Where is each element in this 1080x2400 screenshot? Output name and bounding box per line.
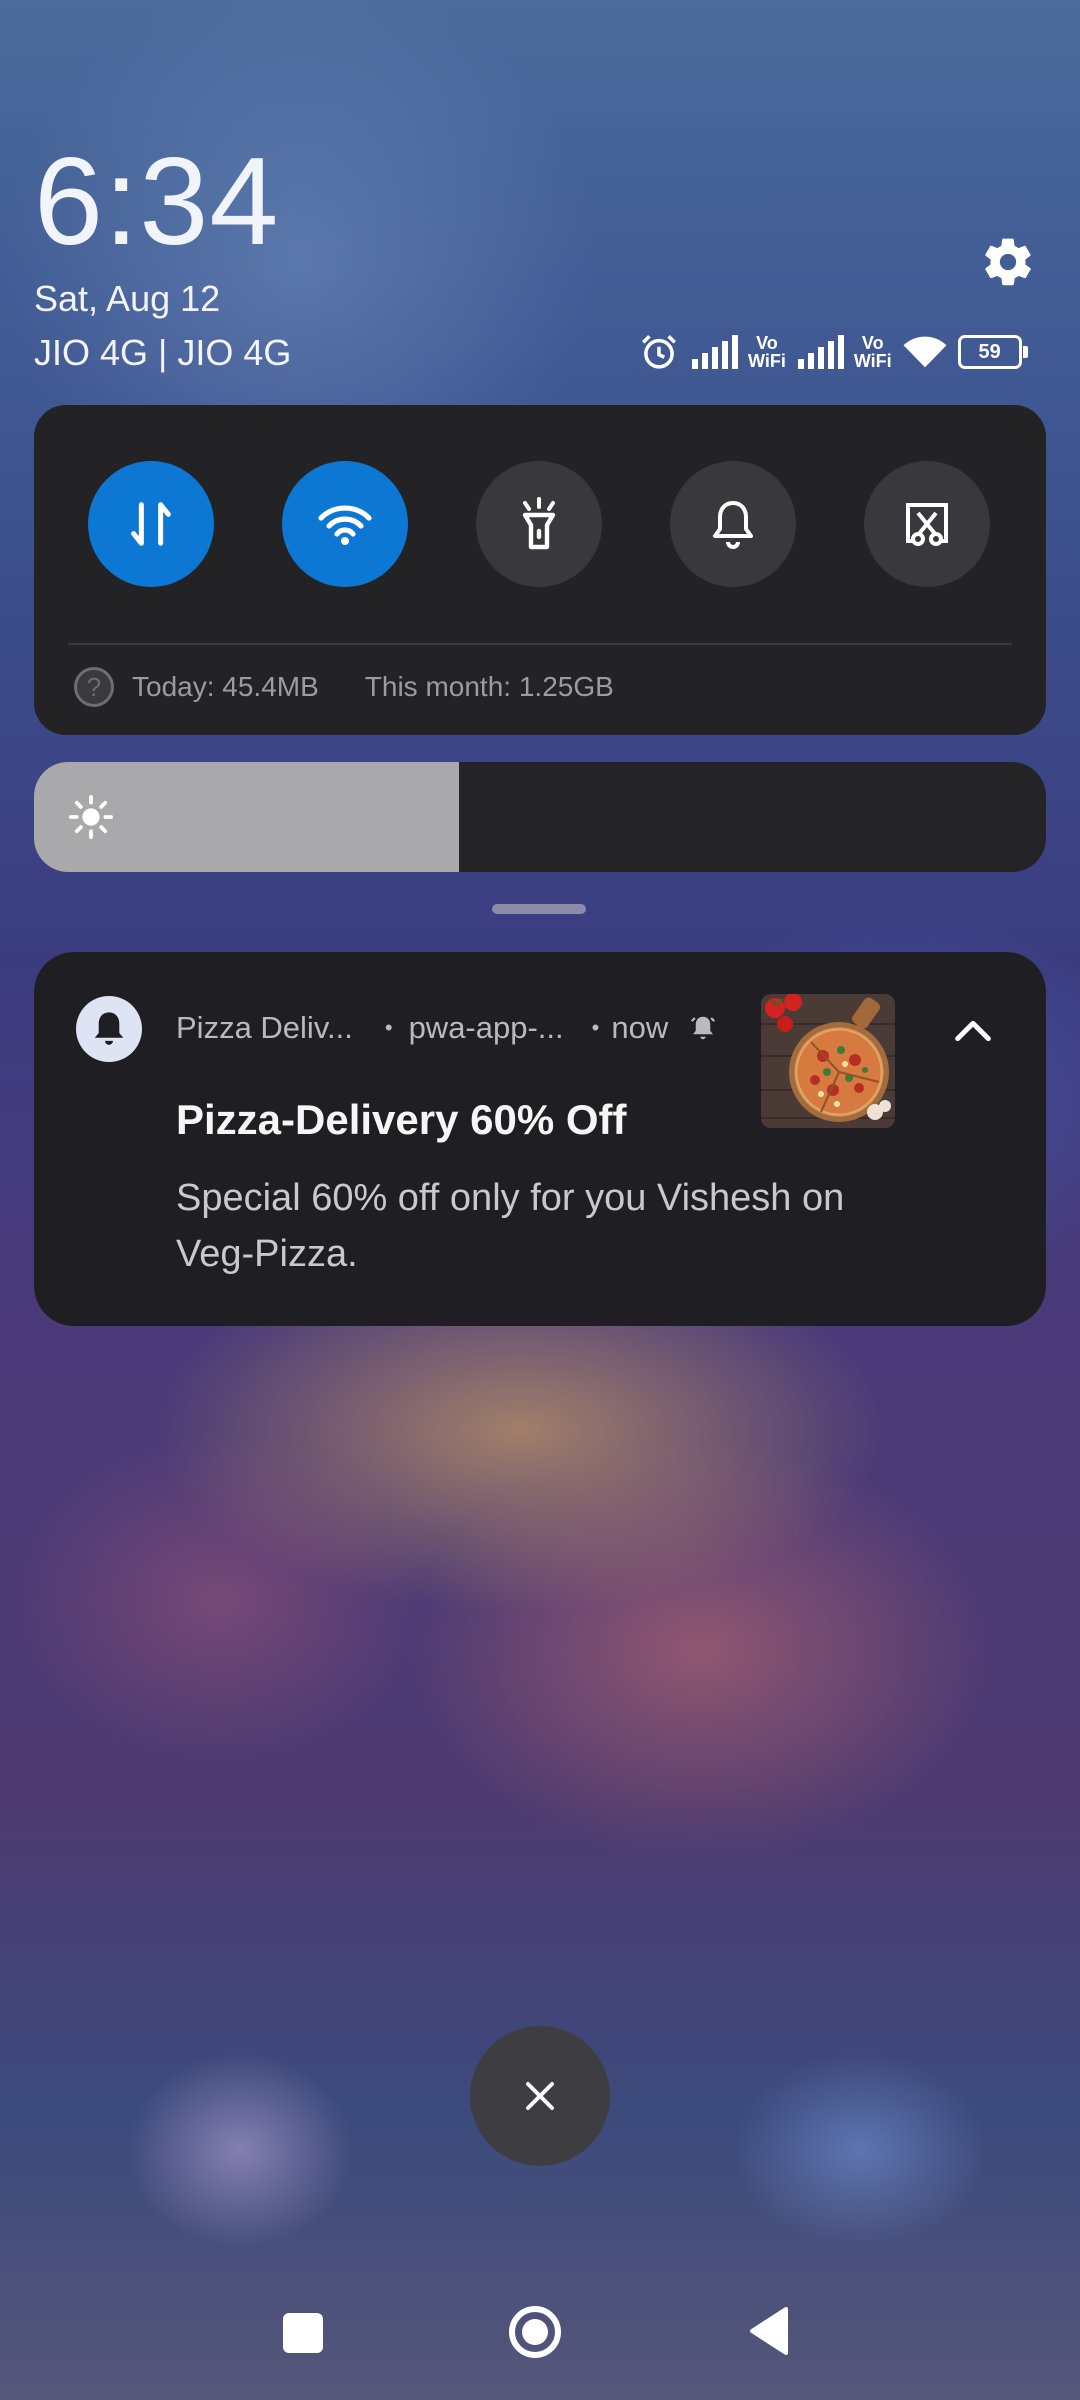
notification-title: Pizza-Delivery 60% Off <box>176 1096 627 1143</box>
notifications-toggle[interactable] <box>670 461 796 587</box>
close-icon <box>526 2082 554 2110</box>
separator: • <box>384 1015 393 1040</box>
carrier-label: JIO 4G | JIO 4G <box>34 332 292 373</box>
brightness-slider[interactable] <box>34 762 1046 872</box>
data-today: Today: 45.4MB <box>132 671 319 702</box>
settings-gear-icon[interactable] <box>980 234 1036 290</box>
pizza-thumbnail <box>761 994 895 1128</box>
wifi-toggle[interactable] <box>282 461 408 587</box>
wifi-icon <box>318 505 372 545</box>
home-button[interactable] <box>508 2305 562 2359</box>
vowifi-icon: Vo WiFi <box>853 333 892 371</box>
signal-icon <box>797 335 844 369</box>
recents-button[interactable] <box>283 2313 323 2353</box>
battery-level: 59 <box>978 340 1001 363</box>
signal-icon <box>692 335 738 369</box>
app-bell-icon <box>76 996 142 1062</box>
collapse-chevron-icon[interactable] <box>950 1008 996 1054</box>
back-button[interactable] <box>748 2306 790 2356</box>
sun-icon <box>68 794 114 840</box>
notification-time: now <box>611 1010 669 1045</box>
vowifi-icon: Vo WiFi <box>748 333 786 371</box>
qs-divider <box>68 643 1012 645</box>
notification-meta: Pizza Deliv... • pwa-app-... • now <box>176 1010 718 1046</box>
notification-source: pwa-app-... <box>408 1010 564 1045</box>
notification-body: Special 60% off only for you Vishesh on … <box>176 1177 845 1275</box>
clock[interactable]: 6:34 <box>34 140 279 264</box>
flashlight-toggle[interactable] <box>476 461 602 587</box>
status-bar-icons: Vo WiFi Vo WiFi 59 <box>638 328 1028 376</box>
data-usage[interactable]: ? Today: 45.4MB This month: 1.25GB <box>74 667 614 707</box>
app-name: Pizza Deliv... <box>176 1010 353 1045</box>
clear-notifications-button[interactable] <box>470 2026 610 2166</box>
mobile-data-icon <box>131 502 171 546</box>
notification-card[interactable]: Pizza Deliv... • pwa-app-... • now Pizza… <box>34 952 1046 1326</box>
data-month: This month: 1.25GB <box>364 671 614 702</box>
flashlight-icon <box>522 497 556 550</box>
wifi-icon <box>903 336 947 368</box>
battery-icon: 59 <box>957 335 1028 369</box>
panel-drag-handle[interactable] <box>492 904 586 914</box>
mobile-data-toggle[interactable] <box>88 461 214 587</box>
date-label[interactable]: Sat, Aug 12 <box>34 278 220 320</box>
screenshot-icon <box>906 503 948 546</box>
help-icon: ? <box>74 667 114 707</box>
alarm-icon <box>642 335 676 369</box>
alert-bell-icon <box>691 1016 716 1040</box>
bell-icon <box>713 501 753 549</box>
screenshot-toggle[interactable] <box>864 461 990 587</box>
quick-settings-panel: ? Today: 45.4MB This month: 1.25GB <box>34 405 1046 735</box>
separator: • <box>591 1015 600 1040</box>
